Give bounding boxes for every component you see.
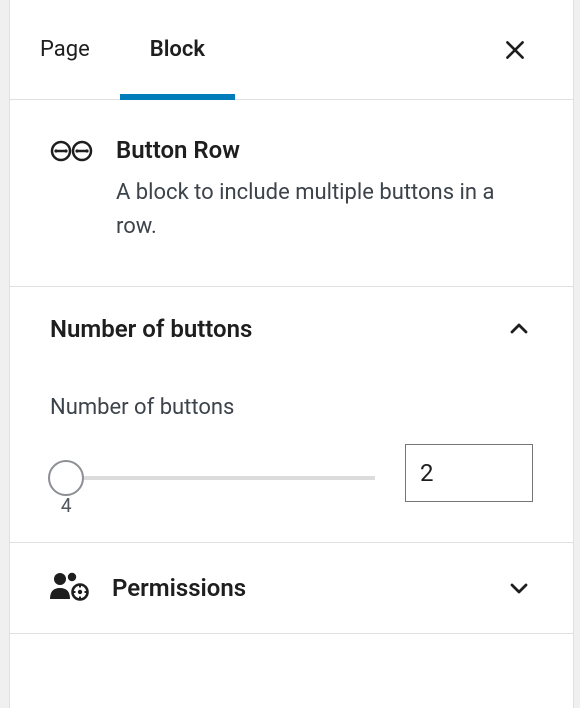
button-row-icon bbox=[50, 139, 94, 244]
tab-block[interactable]: Block bbox=[120, 0, 235, 99]
slider-track bbox=[50, 476, 375, 480]
block-settings-panel: Page Block bbox=[9, 0, 574, 708]
tab-block-label: Block bbox=[150, 37, 205, 62]
tab-page-label: Page bbox=[40, 37, 90, 62]
section-body-number-of-buttons: Number of buttons 4 bbox=[10, 395, 573, 542]
permissions-icon bbox=[50, 571, 90, 605]
field-label-number-of-buttons: Number of buttons bbox=[50, 395, 533, 420]
section-header-number-of-buttons[interactable]: Number of buttons bbox=[10, 287, 573, 371]
section-permissions: Permissions bbox=[10, 543, 573, 634]
chevron-up-icon bbox=[505, 315, 533, 343]
settings-tabs: Page Block bbox=[10, 0, 573, 100]
slider-number-of-buttons[interactable]: 4 bbox=[50, 466, 375, 480]
close-icon bbox=[502, 37, 528, 63]
close-button[interactable] bbox=[491, 26, 539, 74]
section-number-of-buttons: Number of buttons Number of buttons 4 bbox=[10, 287, 573, 543]
number-of-buttons-input[interactable] bbox=[405, 444, 533, 502]
block-description-text: Button Row A block to include multiple b… bbox=[116, 136, 533, 244]
chevron-down-icon bbox=[505, 574, 533, 602]
tab-page[interactable]: Page bbox=[10, 0, 120, 99]
section-title-number-of-buttons: Number of buttons bbox=[50, 315, 252, 343]
block-title: Button Row bbox=[116, 136, 533, 164]
slider-thumb[interactable] bbox=[48, 460, 84, 496]
slider-tick-label: 4 bbox=[61, 494, 72, 517]
block-description-area: Button Row A block to include multiple b… bbox=[10, 100, 573, 287]
section-header-permissions[interactable]: Permissions bbox=[10, 543, 573, 633]
block-description: A block to include multiple buttons in a… bbox=[116, 176, 533, 244]
section-title-permissions: Permissions bbox=[112, 574, 246, 602]
slider-row: 4 bbox=[50, 444, 533, 502]
